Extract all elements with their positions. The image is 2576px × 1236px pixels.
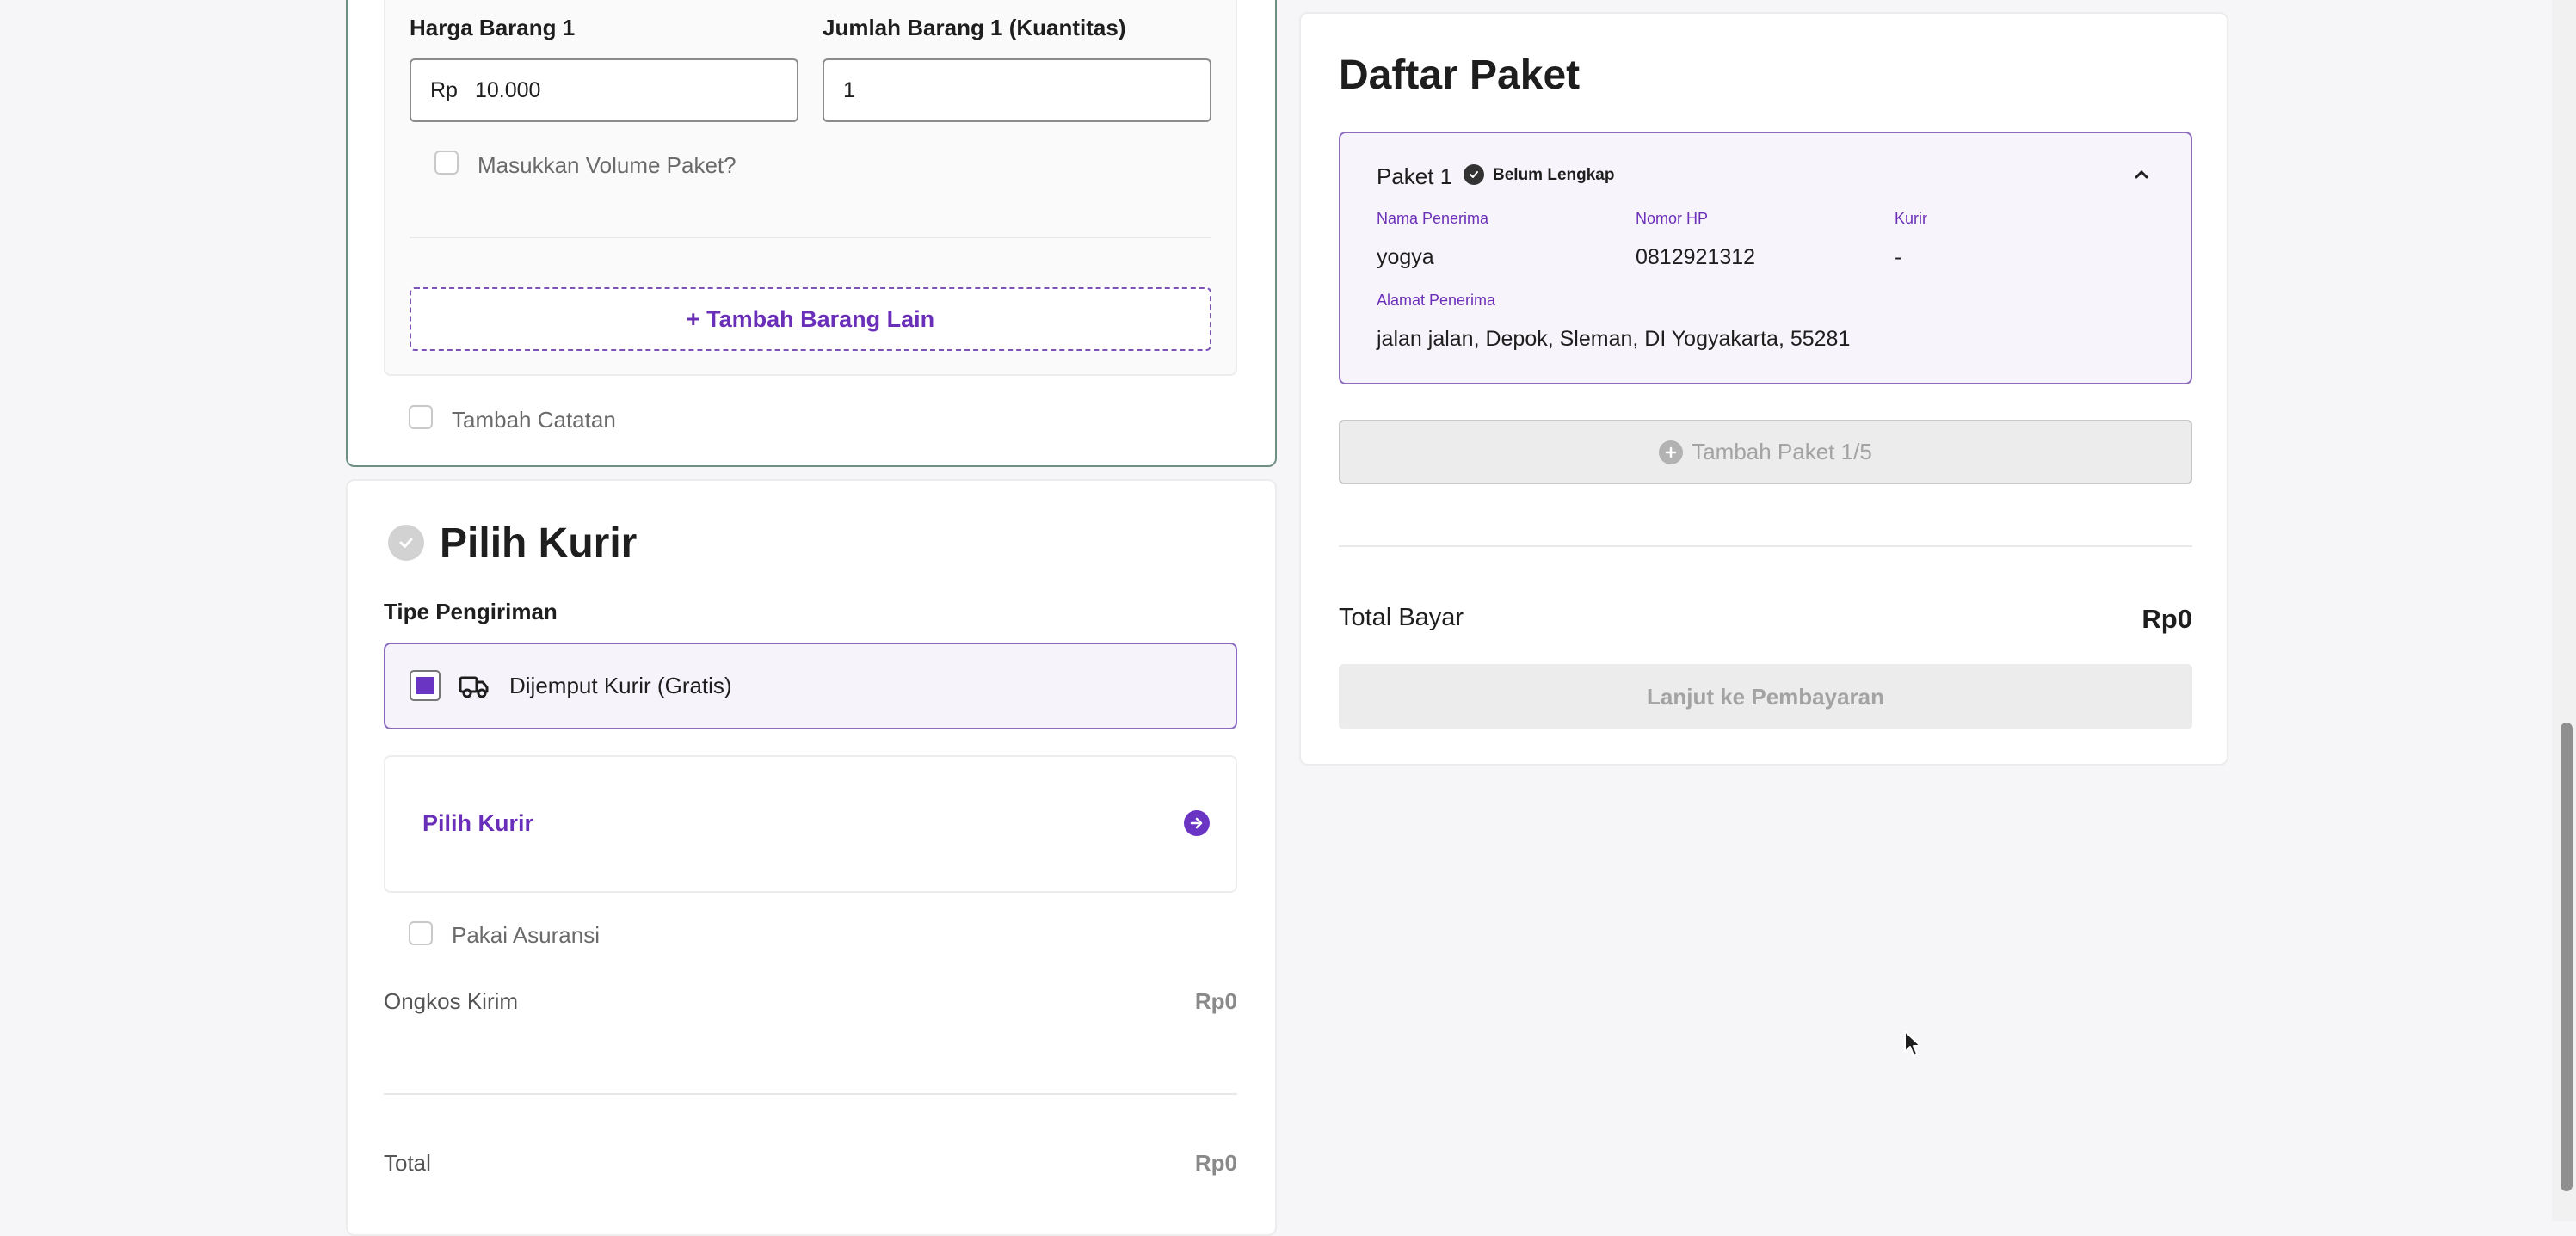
- package-list-title: Daftar Paket: [1339, 52, 1581, 98]
- continue-to-payment-button[interactable]: Lanjut ke Pembayaran: [1339, 664, 2192, 729]
- summary-divider: [384, 1093, 1237, 1095]
- chevron-up-icon[interactable]: [2132, 167, 2151, 182]
- courier-section-title: Pilih Kurir: [440, 520, 638, 566]
- check-circle-icon: [388, 525, 424, 561]
- recipient-name-label: Nama Penerima: [1377, 210, 1489, 227]
- shipping-type-label: Tipe Pengiriman: [384, 599, 558, 624]
- volume-checkbox[interactable]: [434, 151, 459, 175]
- package-list-panel: [1299, 12, 2228, 766]
- price-value: 10.000: [474, 77, 541, 102]
- plus-circle-icon: [1659, 440, 1684, 464]
- phone-label: Nomor HP: [1636, 210, 1709, 227]
- shipping-cost-value: Rp0: [1194, 988, 1237, 1014]
- phone-value: 0812921312: [1636, 245, 1756, 269]
- add-package-label: Tambah Paket 1/5: [1692, 439, 1872, 464]
- quantity-label: Jumlah Barang 1 (Kuantitas): [823, 15, 1126, 40]
- price-label: Harga Barang 1: [410, 15, 576, 40]
- total-pay-value: Rp0: [2142, 604, 2192, 634]
- address-label: Alamat Penerima: [1377, 292, 1496, 309]
- item-divider: [410, 237, 1211, 238]
- add-item-button[interactable]: + Tambah Barang Lain: [410, 287, 1211, 351]
- note-checkbox[interactable]: [409, 405, 433, 429]
- truck-icon: [459, 671, 490, 700]
- insurance-checkbox-label: Pakai Asuransi: [452, 922, 600, 948]
- pick-courier-label[interactable]: Pilih Kurir: [422, 810, 533, 837]
- quantity-value: 1: [843, 77, 855, 102]
- shipping-cost-label: Ongkos Kirim: [384, 988, 519, 1014]
- package-name: Paket 1: [1377, 163, 1453, 189]
- package-status-badge: Belum Lengkap: [1493, 166, 1615, 184]
- currency-prefix: Rp: [430, 77, 458, 102]
- total-label: Total: [384, 1150, 431, 1176]
- total-pay-label: Total Bayar: [1339, 604, 1464, 631]
- scrollbar-thumb[interactable]: [2561, 723, 2573, 1191]
- shipping-option-checkbox[interactable]: [410, 670, 441, 701]
- arrow-right-icon[interactable]: [1184, 810, 1210, 836]
- price-input[interactable]: Rp 10.000: [410, 58, 798, 122]
- total-value: Rp0: [1194, 1150, 1237, 1176]
- shipping-option-label: Dijemput Kurir (Gratis): [509, 673, 732, 698]
- status-check-icon: [1464, 164, 1484, 185]
- mouse-cursor-icon: [1903, 1030, 1924, 1059]
- add-package-button[interactable]: Tambah Paket 1/5: [1339, 420, 2192, 484]
- insurance-checkbox[interactable]: [409, 921, 433, 945]
- package-divider: [1339, 545, 2192, 547]
- courier-label: Kurir: [1895, 210, 1928, 227]
- address-value: jalan jalan, Depok, Sleman, DI Yogyakart…: [1377, 327, 1851, 351]
- recipient-name-value: yogya: [1377, 245, 1434, 269]
- note-checkbox-label: Tambah Catatan: [452, 407, 616, 433]
- quantity-input[interactable]: 1: [823, 58, 1211, 122]
- courier-value: -: [1895, 245, 1902, 269]
- volume-checkbox-label: Masukkan Volume Paket?: [478, 152, 736, 178]
